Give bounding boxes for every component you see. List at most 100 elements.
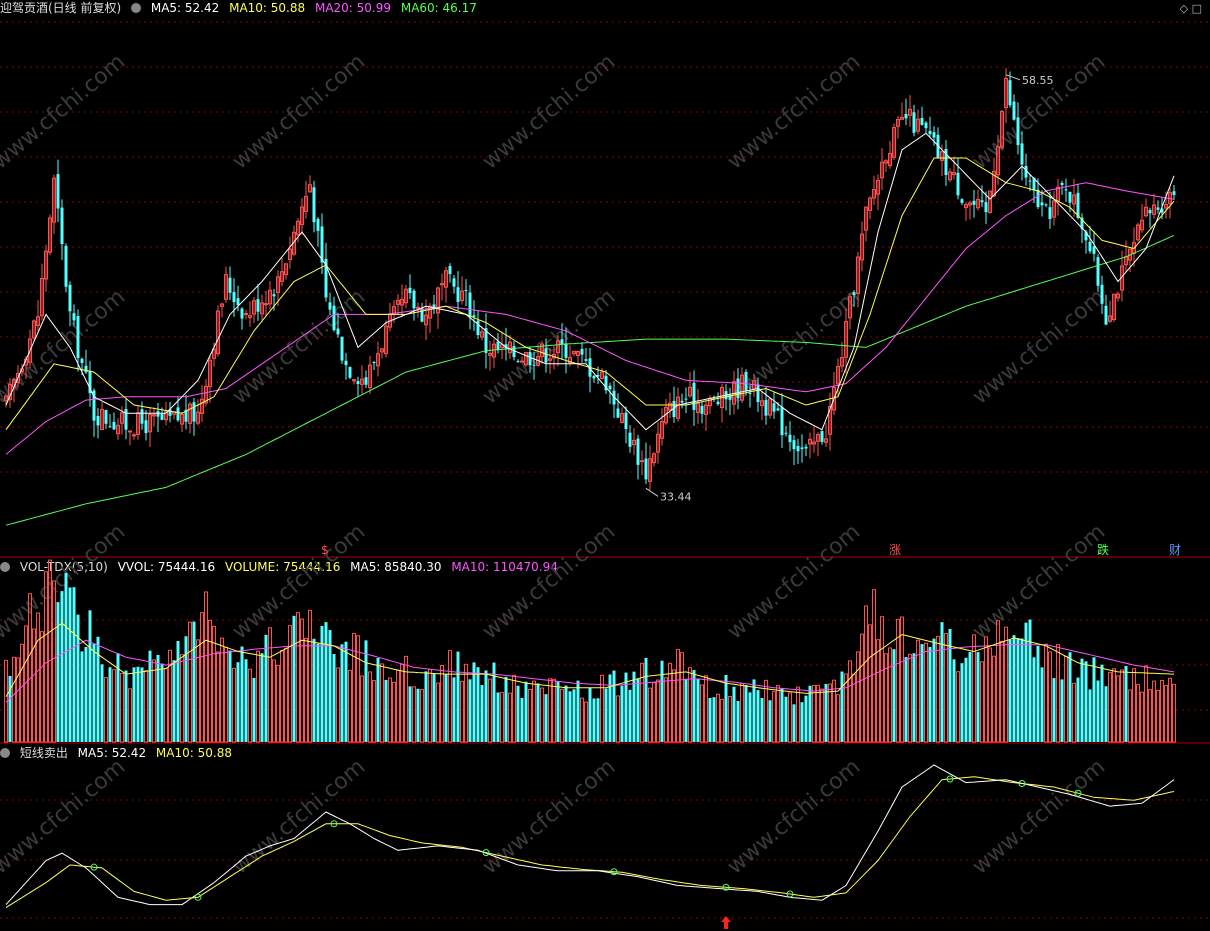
volume-bar — [1132, 668, 1136, 743]
candle-body — [496, 341, 500, 350]
watermark-text: www.cfchi.com — [228, 754, 370, 879]
volume-bar — [1100, 664, 1104, 742]
volume-bar — [228, 650, 232, 742]
candle-body — [636, 438, 640, 465]
watermark-text: www.cfchi.com — [723, 284, 865, 409]
volume-bar — [488, 678, 492, 743]
candle-body — [1060, 182, 1064, 185]
volume-bar — [668, 662, 672, 743]
volume-bar — [840, 671, 844, 742]
volume-bar — [604, 688, 608, 742]
volume-bar — [496, 692, 500, 742]
candle-body — [1040, 202, 1044, 206]
volume-bar — [1116, 675, 1120, 743]
volume-bar — [172, 660, 176, 742]
volume-bar — [436, 682, 440, 743]
volume-bar — [504, 676, 508, 742]
volume-bar — [748, 692, 752, 742]
volume-bar — [864, 605, 868, 743]
volume-bar — [476, 667, 480, 742]
volume-bar — [260, 653, 264, 742]
candle-body — [616, 408, 620, 418]
candle-body — [1104, 305, 1108, 325]
volume-bar — [184, 636, 188, 742]
watermark-text: www.cfchi.com — [228, 284, 370, 409]
watermark-text: www.cfchi.com — [723, 754, 865, 879]
volume-bar — [452, 677, 456, 742]
volume-bar — [268, 627, 272, 743]
volume-bar — [848, 660, 852, 743]
volume-bar — [1164, 685, 1168, 743]
volume-bar — [704, 675, 708, 743]
volume-bar — [176, 640, 180, 742]
candle-body — [56, 174, 60, 209]
volume-bar — [836, 694, 840, 743]
volume-bar — [484, 670, 488, 742]
candle-body — [192, 402, 196, 422]
watermark-text: www.cfchi.com — [228, 519, 370, 644]
volume-bar — [1028, 619, 1032, 742]
volume-bar — [772, 691, 776, 743]
candle-body — [792, 440, 796, 450]
volume-bar — [624, 672, 628, 742]
volume-bar — [64, 572, 68, 742]
volume-bar — [676, 648, 680, 743]
volume-bar — [36, 612, 40, 743]
volume-bar — [548, 678, 552, 743]
volume-bar — [648, 687, 652, 743]
candle-body — [144, 420, 148, 434]
candle-body — [464, 289, 468, 291]
candle-body — [780, 406, 784, 436]
volume-bar — [156, 654, 160, 742]
candle-body — [748, 392, 752, 394]
volume-bar — [468, 679, 472, 742]
candle-body — [348, 367, 352, 378]
candle-body — [352, 379, 356, 382]
volume-bar — [384, 680, 388, 742]
candle-body — [372, 361, 376, 363]
volume-bar — [1052, 678, 1056, 742]
volume-bar — [108, 667, 112, 742]
volume-bar — [1016, 638, 1020, 742]
volume-bar — [1076, 677, 1080, 742]
volume-bar — [884, 653, 888, 743]
volume-bar — [500, 692, 504, 743]
volume-bar — [800, 702, 804, 742]
candle-body — [788, 434, 792, 443]
volume-bar — [536, 683, 540, 742]
volume-bar — [992, 655, 996, 743]
volume-bar — [508, 692, 512, 743]
volume-bar — [524, 681, 528, 742]
volume-bar — [564, 685, 568, 742]
candle-body — [1064, 189, 1068, 191]
volume-bar — [20, 643, 24, 743]
volume-bar — [1084, 661, 1088, 742]
candle-body — [1028, 180, 1032, 182]
volume-bar — [60, 591, 64, 742]
volume-bar — [340, 644, 344, 742]
volume-bar — [960, 663, 964, 742]
watermark-text: www.cfchi.com — [0, 754, 130, 879]
volume-bar — [288, 625, 292, 743]
volume-bar — [968, 652, 972, 742]
volume-bar — [1124, 665, 1128, 742]
watermark-text: www.cfchi.com — [968, 519, 1110, 644]
volume-bar — [728, 696, 732, 743]
volume-bar — [208, 619, 212, 743]
volume-bar — [620, 685, 624, 742]
candle-body — [1100, 284, 1104, 304]
volume-bar — [408, 686, 412, 742]
candle-body — [124, 409, 128, 430]
event-marker: 涨 — [889, 542, 901, 557]
candle-body — [68, 284, 72, 312]
candle-body — [544, 348, 548, 363]
volume-bar — [816, 684, 820, 743]
volume-bar — [1128, 689, 1132, 743]
volume-bar — [124, 670, 128, 742]
volume-bar — [1136, 684, 1140, 743]
volume-bar — [104, 677, 108, 743]
candle-body — [356, 381, 360, 385]
volume-bar — [1044, 643, 1048, 743]
volume-bar — [516, 685, 520, 742]
stock-chart[interactable]: www.cfchi.com www.cfchi.com www.cfchi.com w… — [0, 0, 1210, 931]
